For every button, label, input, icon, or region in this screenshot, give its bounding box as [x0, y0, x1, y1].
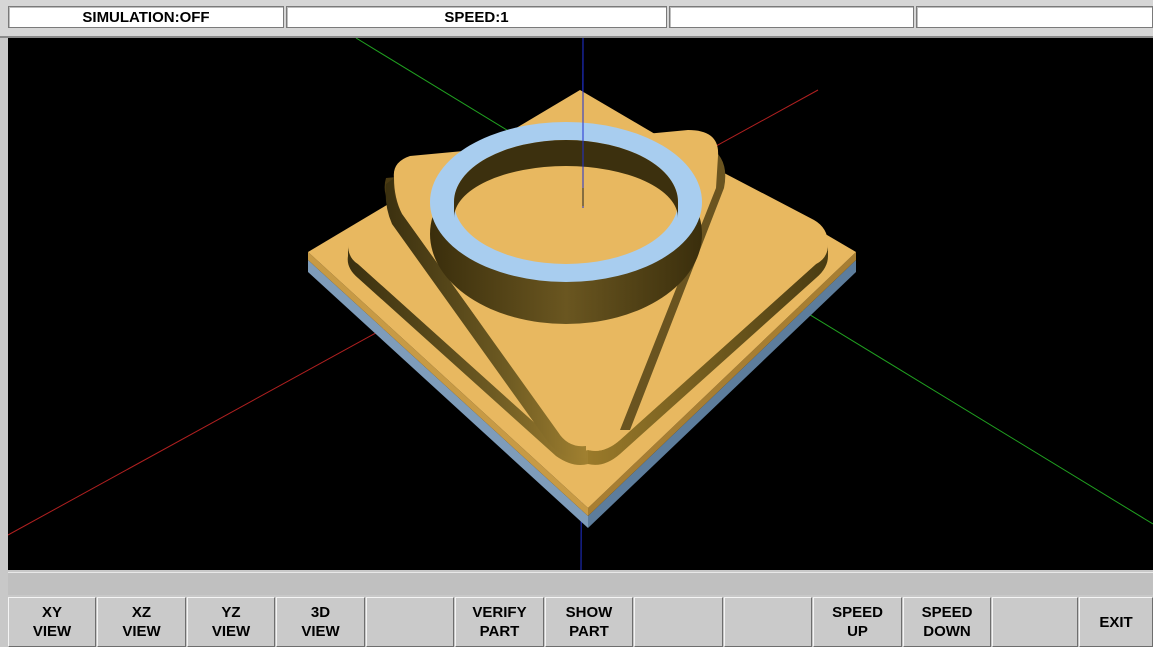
softkey-label: VIEW: [122, 623, 161, 640]
simulation-status: SIMULATION:OFF: [8, 6, 284, 28]
status-field-4: [916, 6, 1153, 28]
softkey-bar: XY VIEW XZ VIEW YZ VIEW 3D VIEW VERIFY P…: [8, 595, 1153, 647]
softkey-label: VIEW: [301, 623, 340, 640]
softkey-label: DOWN: [923, 623, 971, 640]
softkey-8-button[interactable]: [634, 597, 723, 647]
speed-up-button[interactable]: SPEED UP: [813, 597, 902, 647]
softkey-label: VIEW: [211, 623, 251, 640]
softkey-9-button[interactable]: [724, 597, 812, 647]
softkey-label: EXIT: [1099, 613, 1133, 631]
softkey-5-button[interactable]: [366, 597, 454, 647]
softkey-label: 3D: [310, 604, 331, 621]
exit-button[interactable]: EXIT: [1079, 597, 1153, 647]
3d-view-button[interactable]: 3D VIEW: [276, 597, 365, 647]
xy-view-button[interactable]: XY VIEW: [8, 597, 96, 647]
show-part-button[interactable]: SHOW PART: [545, 597, 633, 647]
softkey-label: PART: [569, 623, 609, 640]
softkey-label: VERIFY: [472, 604, 527, 621]
softkey-label: PART: [479, 623, 520, 640]
yz-view-button[interactable]: YZ VIEW: [187, 597, 275, 647]
softkey-12-button[interactable]: [992, 597, 1078, 647]
softkey-label: XY: [41, 604, 62, 621]
softkey-label: SPEED: [832, 604, 883, 621]
speed-status: SPEED:1: [286, 6, 667, 28]
status-field-3: [669, 6, 914, 28]
softkey-label: VIEW: [32, 623, 72, 640]
softkey-label: UP: [847, 623, 868, 640]
message-bar: [8, 572, 1153, 596]
part-render: [8, 38, 1153, 570]
verify-part-button[interactable]: VERIFY PART: [455, 597, 544, 647]
softkey-label: XZ: [131, 604, 152, 621]
status-bar: SIMULATION:OFF SPEED:1: [0, 0, 1153, 38]
softkey-label: YZ: [221, 604, 241, 621]
softkey-label: SHOW: [565, 604, 613, 621]
speed-down-button[interactable]: SPEED DOWN: [903, 597, 991, 647]
xz-view-button[interactable]: XZ VIEW: [97, 597, 186, 647]
softkey-label: SPEED: [921, 604, 973, 621]
simulation-viewport[interactable]: [8, 38, 1153, 570]
